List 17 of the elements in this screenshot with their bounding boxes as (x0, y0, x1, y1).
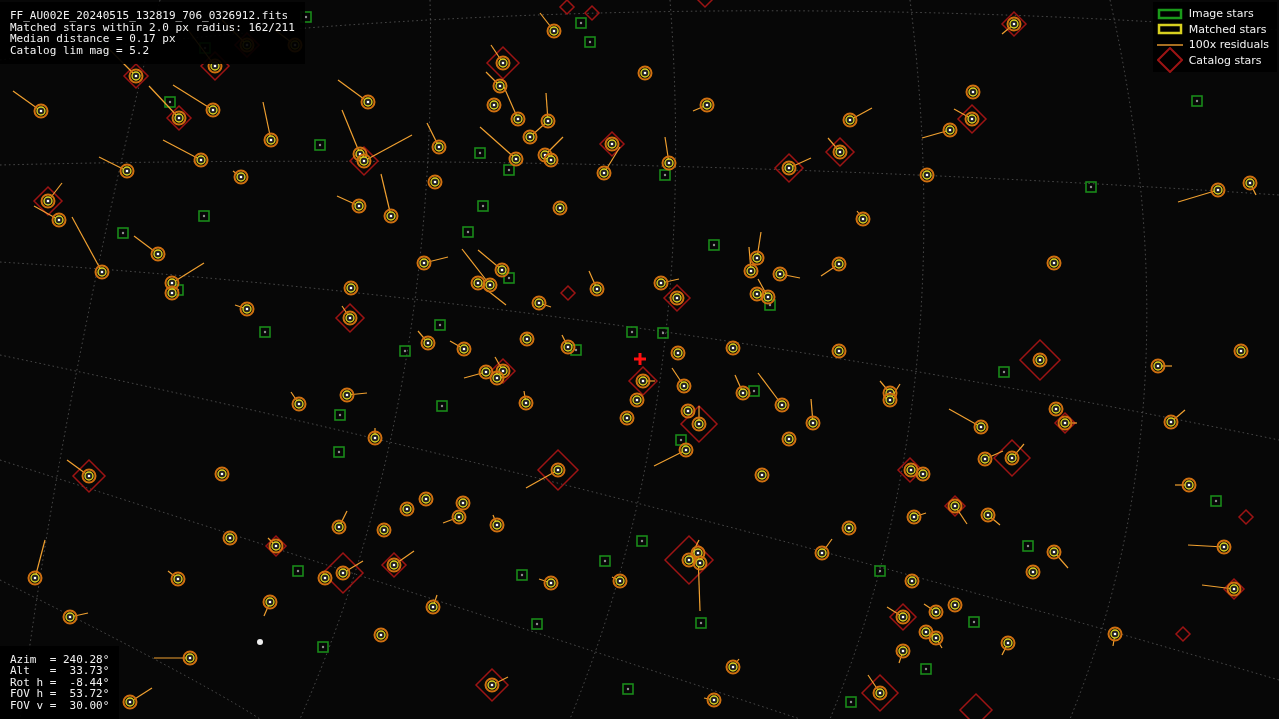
image-star-marker-icon (1156, 7, 1183, 20)
legend-label: 100x residuals (1188, 38, 1269, 52)
residual-line-icon (1156, 42, 1183, 47)
legend-label: Catalog stars (1188, 53, 1262, 67)
info-text: Matched stars within 2.0 px radius: 162/211 (10, 21, 295, 33)
pointing-text: Azim = 240.28° (10, 653, 110, 665)
legend-label: Matched stars (1188, 22, 1267, 36)
legend-label: Image stars (1188, 7, 1254, 21)
pointing-text: FOV v = 30.00° (10, 699, 110, 711)
info-text: Median distance = 0.17 px (10, 33, 176, 45)
diamond-icon (1156, 47, 1183, 74)
pointing-text: FOV h = 53.72° (10, 688, 110, 700)
info-text: Catalog lim mag = 5.2 (10, 44, 151, 56)
pointing-text: Rot h = -8.44° (10, 676, 110, 688)
matched-star-marker-icon (1156, 23, 1183, 36)
pointing-text: Alt = 33.73° (10, 665, 110, 677)
info-text: FF_AU002E_20240515_132819_706_0326912.fits (10, 10, 290, 22)
